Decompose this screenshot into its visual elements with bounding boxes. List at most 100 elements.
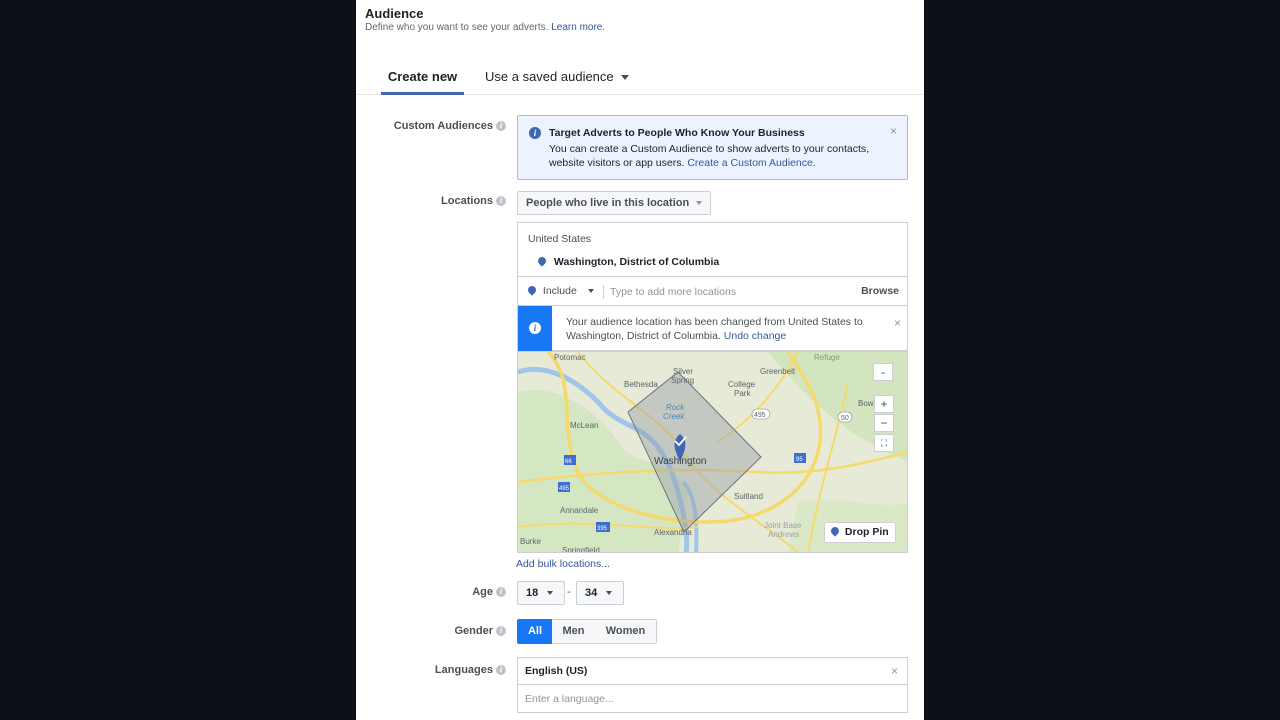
fullscreen-icon[interactable]: ⛶ bbox=[874, 434, 894, 452]
close-icon[interactable]: × bbox=[891, 664, 898, 678]
gender-all-button[interactable]: All bbox=[517, 619, 553, 644]
map-label: Park bbox=[734, 389, 751, 398]
undo-change-link[interactable]: Undo change bbox=[724, 330, 786, 342]
ca-info-title: Target Adverts to People Who Know Your B… bbox=[549, 127, 805, 139]
custom-audiences-label: Custom Audiences i bbox=[356, 120, 506, 132]
age-label: Age i bbox=[356, 586, 506, 598]
gender-women-button[interactable]: Women bbox=[595, 619, 657, 644]
location-type-dropdown[interactable]: People who live in this location bbox=[517, 191, 712, 215]
map-label: Suitland bbox=[734, 492, 763, 501]
info-icon[interactable]: i bbox=[496, 665, 506, 676]
languages-label: Languages i bbox=[356, 664, 506, 676]
languages-label-text: Languages bbox=[434, 664, 493, 676]
info-icon: i bbox=[529, 322, 541, 334]
location-type-label: People who live in this location bbox=[526, 197, 690, 209]
location-city-item[interactable]: Washington, District of Columbia bbox=[536, 255, 720, 268]
language-input[interactable] bbox=[525, 691, 865, 707]
gender-label-text: Gender bbox=[454, 625, 493, 637]
include-label: Include bbox=[542, 285, 577, 297]
section-subtitle: Define who you want to see your adverts.… bbox=[365, 22, 605, 33]
caret-down-icon bbox=[606, 591, 613, 596]
map-label: Spring bbox=[671, 376, 694, 385]
age-max-select[interactable]: 34 bbox=[576, 581, 624, 605]
drop-pin-button[interactable]: Drop Pin bbox=[824, 522, 896, 543]
gender-label: Gender i bbox=[356, 625, 506, 637]
map-label: Bow bbox=[858, 399, 874, 408]
tab-saved-audience[interactable]: Use a saved audience bbox=[485, 68, 630, 95]
highway-label: 66 bbox=[565, 459, 572, 465]
map-label: Annandale bbox=[560, 506, 599, 515]
section-title: Audience bbox=[365, 6, 424, 21]
map-label: Rock bbox=[666, 403, 685, 412]
notice-text: Your audience location has been changed … bbox=[566, 315, 886, 343]
map-label: McLean bbox=[570, 421, 598, 430]
custom-audiences-label-text: Custom Audiences bbox=[393, 120, 493, 132]
age-label-text: Age bbox=[472, 586, 493, 598]
caret-down-icon bbox=[621, 75, 630, 81]
location-pin-icon bbox=[536, 255, 548, 267]
include-dropdown[interactable]: Include bbox=[526, 284, 594, 297]
caret-down-icon bbox=[547, 591, 554, 596]
browse-button[interactable]: Browse bbox=[861, 285, 899, 297]
notice-accent: i bbox=[518, 306, 552, 351]
tab-create-new[interactable]: Create new bbox=[381, 68, 464, 95]
location-change-notice: i Your audience location has been change… bbox=[517, 306, 908, 351]
map-label: Silver bbox=[673, 367, 693, 376]
locations-label: Locations i bbox=[356, 195, 506, 207]
languages-box: English (US) × bbox=[517, 657, 908, 713]
map-label: Alexandria bbox=[654, 528, 692, 537]
map-label: Springfield bbox=[562, 546, 600, 553]
highway-label: 50 bbox=[841, 415, 849, 422]
highway-label: 395 bbox=[597, 526, 608, 532]
subtitle-text: Define who you want to see your adverts. bbox=[365, 22, 549, 33]
map-label: Andrews bbox=[768, 530, 799, 539]
info-icon[interactable]: i bbox=[496, 626, 506, 637]
map-label: Creek bbox=[663, 412, 685, 421]
map-label: Greenbelt bbox=[760, 367, 796, 376]
info-icon[interactable]: i bbox=[496, 196, 506, 207]
location-map[interactable]: Potomac Silver Spring Greenbelt Bethesda… bbox=[517, 351, 908, 553]
add-bulk-locations-link[interactable]: Add bulk locations... bbox=[516, 558, 610, 570]
location-pin-icon bbox=[829, 525, 841, 537]
custom-audience-info-box: i Target Adverts to People Who Know Your… bbox=[517, 115, 908, 180]
location-add-row: Include Browse bbox=[518, 276, 907, 306]
audience-tabs: Create new Use a saved audience bbox=[356, 60, 924, 95]
tab-saved-label: Use a saved audience bbox=[485, 69, 614, 84]
map-label: Washington bbox=[654, 456, 706, 467]
location-city-label: Washington, District of Columbia bbox=[553, 256, 720, 268]
zoom-in-button[interactable]: + bbox=[874, 395, 894, 413]
location-country: United States bbox=[528, 233, 592, 245]
ca-info-text: You can create a Custom Audience to show… bbox=[549, 142, 889, 170]
highway-label: 495 bbox=[559, 486, 570, 492]
map-label: Refuge bbox=[814, 353, 840, 362]
gender-men-button[interactable]: Men bbox=[552, 619, 596, 644]
age-min-select[interactable]: 18 bbox=[517, 581, 565, 605]
info-icon[interactable]: i bbox=[496, 587, 506, 598]
caret-down-icon bbox=[696, 201, 703, 206]
map-label: College bbox=[728, 380, 756, 389]
info-icon[interactable]: i bbox=[496, 121, 506, 132]
location-search-input[interactable] bbox=[610, 283, 850, 301]
map-label: Bethesda bbox=[624, 380, 658, 389]
highway-label: 495 bbox=[754, 412, 766, 419]
learn-more-link[interactable]: Learn more. bbox=[551, 22, 605, 33]
age-max-value: 34 bbox=[585, 587, 598, 599]
drop-pin-label: Drop Pin bbox=[844, 526, 889, 538]
audience-panel: Audience Define who you want to see your… bbox=[356, 0, 924, 720]
close-icon[interactable]: × bbox=[894, 316, 901, 330]
location-pin-icon bbox=[526, 284, 538, 296]
map-label: Burke bbox=[520, 537, 541, 546]
create-custom-audience-link[interactable]: Create a Custom Audience bbox=[687, 157, 813, 169]
map-label: Joint Base bbox=[764, 521, 802, 530]
selected-language-row: English (US) × bbox=[518, 658, 907, 685]
info-icon: i bbox=[529, 127, 541, 139]
age-min-value: 18 bbox=[526, 587, 539, 599]
caret-down-icon bbox=[587, 289, 594, 294]
selected-language: English (US) bbox=[525, 665, 588, 677]
locations-box: United States Washington, District of Co… bbox=[517, 222, 908, 306]
ca-period: . bbox=[812, 157, 816, 169]
zoom-out-button[interactable]: − bbox=[874, 414, 894, 432]
map-collapse-button[interactable]: - bbox=[873, 363, 893, 381]
close-icon[interactable]: × bbox=[890, 124, 897, 138]
notice-message: Your audience location has been changed … bbox=[566, 316, 863, 342]
